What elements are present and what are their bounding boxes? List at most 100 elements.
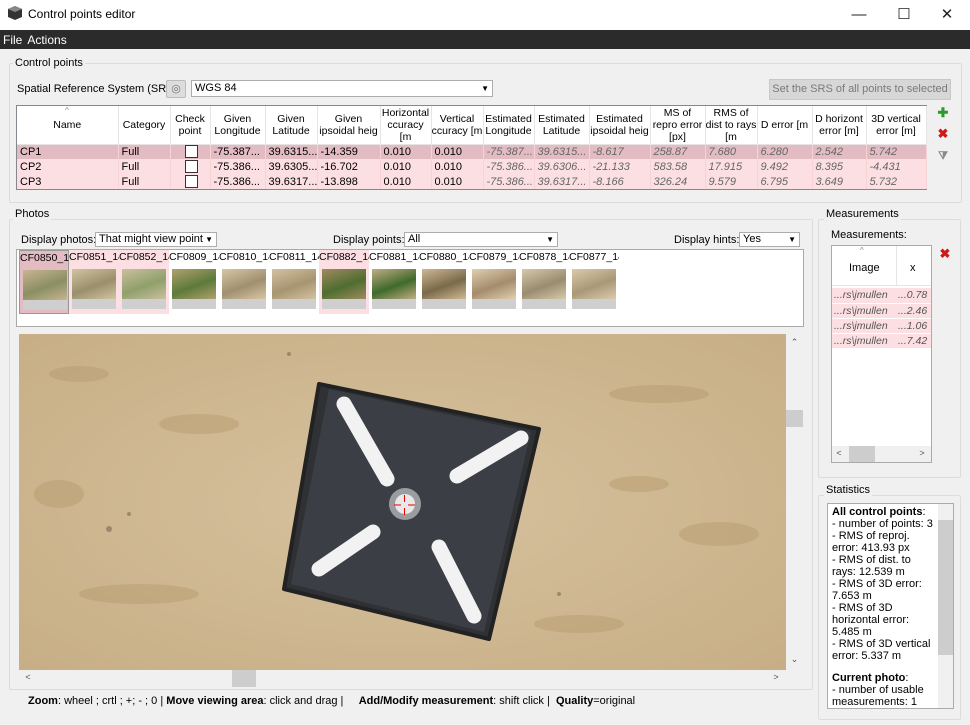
srs-combo[interactable]: WGS 84 ▼ [191, 80, 493, 97]
set-srs-button[interactable]: Set the SRS of all points to selected on… [769, 79, 951, 114]
column-header[interactable]: Given Latitude [265, 106, 318, 145]
check-point-checkbox[interactable] [185, 175, 198, 188]
table-cell: -75.387... [210, 144, 266, 159]
table-row[interactable]: CP3 Full -75.386... 39.6317... -13.898 0.010 0… [17, 174, 927, 189]
display-photos-combo[interactable]: That might view point ▼ [95, 232, 217, 247]
photo-thumbnail[interactable]: CF0809_14 [169, 250, 219, 314]
display-photos-value: That might view point [99, 233, 203, 245]
thumbnail-label: CF0811_14 [269, 251, 319, 263]
column-header[interactable]: Estimated Longitude [483, 106, 535, 145]
photo-thumbnail[interactable]: CF0881_14 [369, 250, 419, 314]
measurement-row[interactable]: ...rs\jmullen ...7.42 [832, 333, 931, 349]
display-hints-combo[interactable]: Yes ▼ [739, 232, 800, 247]
viewer-vertical-scrollbar[interactable]: ⌃ ⌄ [786, 334, 803, 670]
display-hints-value: Yes [743, 233, 761, 245]
column-header[interactable]: Given ipsoidal heig [317, 106, 381, 145]
delete-point-icon[interactable]: ✖ [935, 126, 951, 142]
stat-line: - RMS of reproj. error: 413.93 px [832, 530, 910, 554]
thumbnail-label: CF0851_14 [69, 251, 119, 263]
photo-thumbnail[interactable]: CF0882_14 [319, 250, 369, 314]
menu-file[interactable]: File [0, 30, 24, 47]
photo-thumbnail[interactable]: CF0850_14 [19, 250, 70, 314]
column-header[interactable]: Check point [170, 106, 211, 145]
table-row[interactable]: CP1 Full -75.387... 39.6315... -14.359 0.010 0… [17, 144, 927, 159]
scroll-thumb[interactable] [786, 410, 803, 427]
scroll-thumb[interactable] [938, 520, 953, 655]
thumbnail-label: CF0881_14 [369, 251, 419, 263]
photo-thumbnail[interactable]: CF0878_14 [519, 250, 569, 314]
col-image[interactable]: Image [849, 262, 880, 274]
thumbnail-label: CF0882_14 [319, 251, 369, 263]
column-header[interactable]: Category [118, 106, 171, 145]
globe-icon[interactable]: ◎ [166, 80, 186, 98]
measurement-row[interactable]: ...rs\jmullen ...0.78 [832, 288, 931, 304]
table-cell: -16.702 [317, 159, 381, 174]
scroll-up-icon[interactable]: ⌃ [786, 337, 803, 348]
scroll-left-icon[interactable]: < [834, 448, 844, 458]
menu-actions[interactable]: Actions [24, 30, 68, 47]
check-point-checkbox[interactable] [185, 160, 198, 173]
thumbnail-image [422, 269, 466, 299]
col-x[interactable]: x [910, 262, 916, 274]
photo-thumbnail[interactable]: CF0852_14 [119, 250, 169, 314]
check-point-checkbox[interactable] [185, 145, 198, 159]
maximize-button[interactable]: ☐ [881, 0, 927, 30]
scroll-down-icon[interactable]: ⌄ [786, 654, 803, 665]
filter-icon[interactable]: ⧩ [935, 148, 951, 164]
table-cell: 3.649 [812, 174, 867, 189]
measurements-hscroll[interactable]: < > [832, 446, 931, 462]
display-points-combo[interactable]: All ▼ [404, 232, 558, 247]
table-cell: 0.010 [380, 174, 432, 189]
add-point-icon[interactable]: ✚ [935, 105, 951, 121]
column-header[interactable]: MS of repro error [px] [650, 106, 706, 145]
control-points-table: Name Category Check point Given Longitude Gi… [16, 105, 927, 190]
column-header[interactable]: D horizont error [m] [812, 106, 867, 145]
table-cell: CP1 [17, 144, 119, 159]
column-header[interactable]: Estimated ipsoidal heig [589, 106, 651, 145]
scroll-right-icon[interactable]: > [917, 448, 927, 458]
scroll-right-icon[interactable]: > [769, 672, 783, 682]
photo-thumbnail[interactable]: CF0811_14 [269, 250, 319, 314]
column-header[interactable]: Horizontal ccuracy [m [380, 106, 432, 145]
table-cell: 258.87 [650, 144, 706, 159]
thumbnail-strip-bar [522, 299, 566, 309]
thumbnail-strip-bar [322, 299, 366, 309]
column-header[interactable]: Given Longitude [210, 106, 266, 145]
column-header[interactable]: Estimated Latitude [534, 106, 590, 145]
photo-thumbnail[interactable]: CF0810_14 [219, 250, 269, 314]
scroll-thumb[interactable] [232, 670, 256, 687]
column-header[interactable]: 3D vertical error [m] [866, 106, 927, 145]
delete-measurement-icon[interactable]: ✖ [937, 246, 953, 262]
stat-line: - RMS of 3D horizontal error: 5.485 m [832, 602, 910, 638]
photo-thumbnail[interactable]: CF0851_14 [69, 250, 119, 314]
table-cell: 0.010 [380, 159, 432, 174]
zoom-text: : wheel ; crtl ; +; - ; 0 | [57, 695, 164, 707]
photo-thumbnail[interactable]: CF0879_14 [469, 250, 519, 314]
thumbnail-strip-bar [23, 300, 67, 310]
table-cell: -21.133 [589, 159, 651, 174]
photo-thumbnail[interactable]: CF0877_14 [569, 250, 619, 314]
display-hints-label: Display hints: [674, 234, 740, 246]
viewer-horizontal-scrollbar[interactable]: < > [19, 670, 786, 687]
column-header[interactable]: D error [m [757, 106, 813, 145]
measurement-row[interactable]: ...rs\jmullen ...1.06 [832, 318, 931, 334]
column-header[interactable]: RMS of dist to rays [m [705, 106, 758, 145]
scroll-thumb[interactable] [849, 446, 875, 462]
measurement-row[interactable]: ...rs\jmullen ...2.46 [832, 303, 931, 319]
chevron-down-icon: ▼ [546, 235, 554, 244]
minimize-button[interactable]: — [836, 0, 882, 30]
table-cell: 326.24 [650, 174, 706, 189]
scroll-left-icon[interactable]: < [21, 672, 35, 682]
close-button[interactable]: ✕ [924, 0, 970, 30]
photo-viewer[interactable] [19, 334, 786, 670]
column-header[interactable]: Vertical ccuracy [m [431, 106, 484, 145]
thumbnail-image [372, 269, 416, 299]
statistics-scrollbar[interactable] [938, 504, 953, 708]
stat-line: - number of usable measurements: 1 [832, 684, 924, 708]
table-cell: -75.386... [210, 159, 266, 174]
thumbnail-strip-bar [422, 299, 466, 309]
photo-thumbnail[interactable]: CF0880_14 [419, 250, 469, 314]
table-cell: Full [118, 159, 171, 174]
photo-image [19, 334, 786, 670]
table-row[interactable]: CP2 Full -75.386... 39.6305... -16.702 0.010 0… [17, 159, 927, 174]
